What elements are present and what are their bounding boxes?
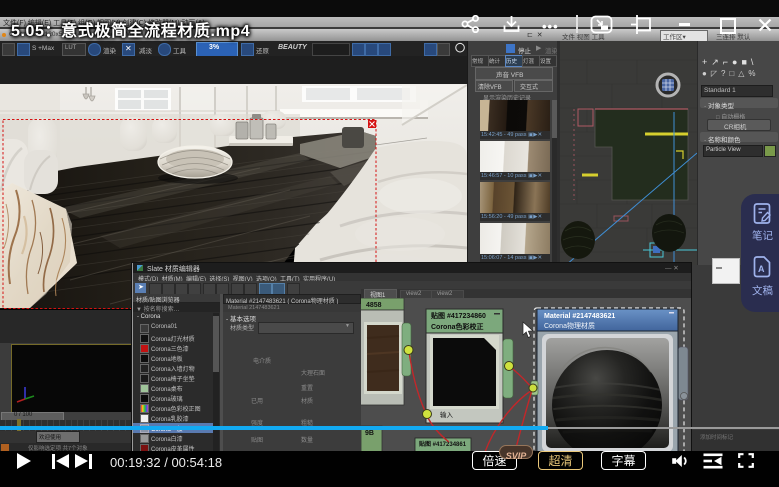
svg-text:A: A <box>758 264 765 274</box>
